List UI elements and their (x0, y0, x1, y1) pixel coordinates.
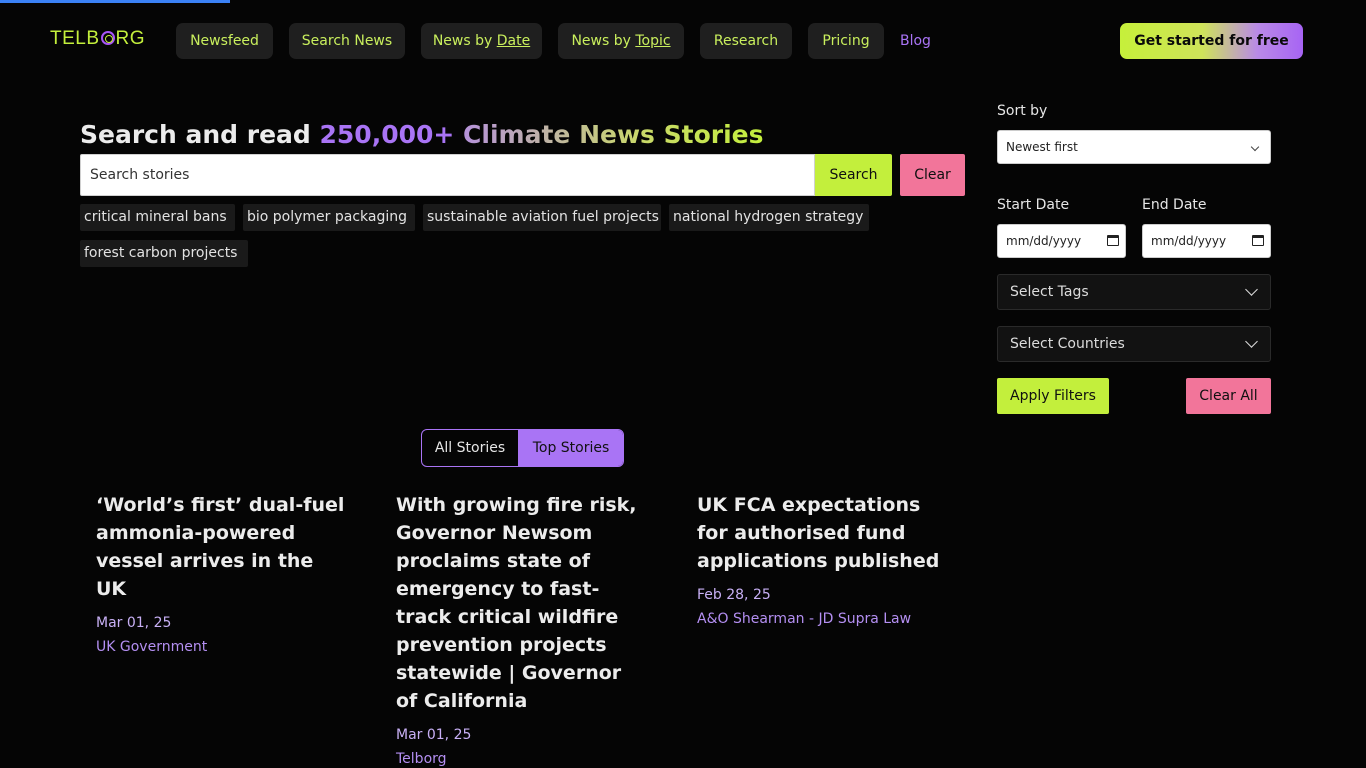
telborg-logo[interactable]: TELB RG (50, 28, 145, 50)
story-source: Telborg (396, 751, 447, 767)
story-source: UK Government (96, 639, 208, 655)
suggestion-chip-bio-polymer-packaging[interactable]: bio polymer packaging (243, 204, 415, 231)
all-stories-tab[interactable]: All Stories (422, 430, 518, 466)
nav-news-by-date-prefix: News by (432, 33, 497, 49)
select-countries-placeholder: Select Countries (1010, 336, 1125, 352)
clear-search-button[interactable]: Clear (900, 154, 965, 196)
chevron-down-icon (1245, 335, 1258, 348)
story-title[interactable]: UK FCA expectations for authorised fund … (697, 491, 947, 575)
sort-select-value: Newest first (1006, 140, 1078, 154)
top-stories-tab[interactable]: Top Stories (518, 430, 623, 466)
end-date-label: End Date (1142, 197, 1207, 213)
story-date: Mar 01, 25 (96, 615, 172, 631)
start-date-input[interactable]: mm/dd/yyyy (997, 224, 1126, 258)
select-countries-dropdown[interactable]: Select Countries (997, 326, 1271, 362)
nav-news-by-date-button[interactable]: News by Date (421, 23, 542, 59)
page-title-count: 250,000+ (319, 120, 455, 149)
clear-all-filters-button[interactable]: Clear All (1186, 378, 1271, 414)
start-date-placeholder: mm/dd/yyyy (1006, 234, 1082, 248)
calendar-icon[interactable] (1107, 235, 1119, 246)
select-tags-placeholder: Select Tags (1010, 284, 1089, 300)
nav-research-button[interactable]: Research (700, 23, 792, 59)
story-date: Mar 01, 25 (396, 727, 472, 743)
story-title[interactable]: With growing fire risk, Governor Newsom … (396, 491, 646, 715)
page-title: Search and read 250,000+ Climate News St… (80, 120, 764, 149)
top-navigation-bar: TELB RG Newsfeed Search News News by Date… (0, 0, 1366, 82)
nav-news-by-topic-link: Topic (635, 33, 671, 49)
nav-blog-link[interactable]: Blog (900, 23, 931, 59)
page-title-prefix: Search and read (80, 120, 320, 149)
logo-o-icon (100, 31, 115, 45)
apply-filters-button[interactable]: Apply Filters (997, 378, 1109, 414)
calendar-icon[interactable] (1252, 235, 1264, 246)
sort-by-label: Sort by (997, 103, 1048, 119)
logo-text-start: TELB (50, 28, 100, 49)
suggestion-chip-critical-mineral-bans[interactable]: critical mineral bans (80, 204, 235, 231)
page-title-highlight: Climate News Stories (454, 120, 764, 149)
get-started-button[interactable]: Get started for free (1120, 23, 1303, 59)
story-date: Feb 28, 25 (697, 587, 771, 603)
story-title[interactable]: ‘World’s first’ dual-fuel ammonia-powere… (96, 491, 346, 603)
nav-news-by-date-link: Date (496, 33, 531, 49)
story-card[interactable]: UK FCA expectations for authorised fund … (697, 491, 947, 631)
nav-news-by-topic-button[interactable]: News by Topic (558, 23, 684, 59)
suggestion-chip-sustainable-aviation-fuel[interactable]: sustainable aviation fuel projects (423, 204, 661, 231)
chevron-down-icon (1245, 283, 1258, 296)
story-source: A&O Shearman - JD Supra Law (697, 611, 912, 627)
logo-text-end: RG (115, 28, 146, 49)
end-date-input[interactable]: mm/dd/yyyy (1142, 224, 1271, 258)
search-button[interactable]: Search (815, 154, 892, 196)
select-tags-dropdown[interactable]: Select Tags (997, 274, 1271, 310)
story-type-toggle: All Stories Top Stories (421, 429, 624, 467)
search-input[interactable] (80, 154, 815, 196)
story-card[interactable]: With growing fire risk, Governor Newsom … (396, 491, 646, 768)
nav-pricing-button[interactable]: Pricing (808, 23, 884, 59)
suggestion-chip-national-hydrogen-strategy[interactable]: national hydrogen strategy (669, 204, 869, 231)
nav-news-by-topic-prefix: News by (571, 33, 636, 49)
nav-newsfeed-button[interactable]: Newsfeed (176, 23, 273, 59)
sort-select[interactable]: Newest first (997, 130, 1271, 164)
end-date-placeholder: mm/dd/yyyy (1151, 234, 1227, 248)
chevron-down-icon (1250, 142, 1260, 152)
suggestion-chip-forest-carbon-projects[interactable]: forest carbon projects (80, 240, 248, 267)
story-card[interactable]: ‘World’s first’ dual-fuel ammonia-powere… (96, 491, 346, 659)
nav-search-news-button[interactable]: Search News (289, 23, 405, 59)
start-date-label: Start Date (997, 197, 1070, 213)
